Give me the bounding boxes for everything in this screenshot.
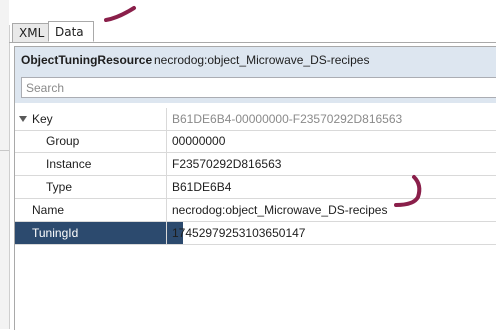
- property-row-tuningid[interactable]: TuningId 17452979253103650147: [15, 222, 496, 245]
- search-input[interactable]: [21, 77, 496, 98]
- property-value[interactable]: 00000000: [166, 130, 496, 152]
- property-value[interactable]: 17452979253103650147: [166, 222, 496, 244]
- tab-xml[interactable]: XML: [12, 23, 49, 43]
- property-row-key[interactable]: Key B61DE6B4-00000000-F23570292D816563: [15, 108, 496, 131]
- property-name: Name: [32, 203, 65, 217]
- property-name: TuningId: [15, 222, 183, 244]
- property-value[interactable]: B61DE6B4: [166, 176, 496, 198]
- property-row-group[interactable]: Group 00000000: [15, 130, 496, 153]
- resource-type-title: ObjectTuningResource: [21, 53, 153, 67]
- left-panel-divider: [0, 150, 9, 151]
- resource-name: necrodog:object_Microwave_DS-recipes: [154, 53, 370, 67]
- property-value: B61DE6B4-00000000-F23570292D816563: [166, 108, 496, 130]
- annotation-stroke: [104, 6, 136, 22]
- property-value[interactable]: necrodog:object_Microwave_DS-recipes: [166, 199, 496, 221]
- tab-data[interactable]: Data: [48, 21, 94, 42]
- property-name: Key: [32, 112, 53, 126]
- search-bar: [15, 72, 496, 103]
- left-panel-edge: [0, 0, 10, 329]
- resource-header: ObjectTuningResource necrodog:object_Mic…: [15, 47, 496, 73]
- annotation-stroke: [394, 175, 422, 207]
- property-value[interactable]: F23570292D816563: [166, 153, 496, 175]
